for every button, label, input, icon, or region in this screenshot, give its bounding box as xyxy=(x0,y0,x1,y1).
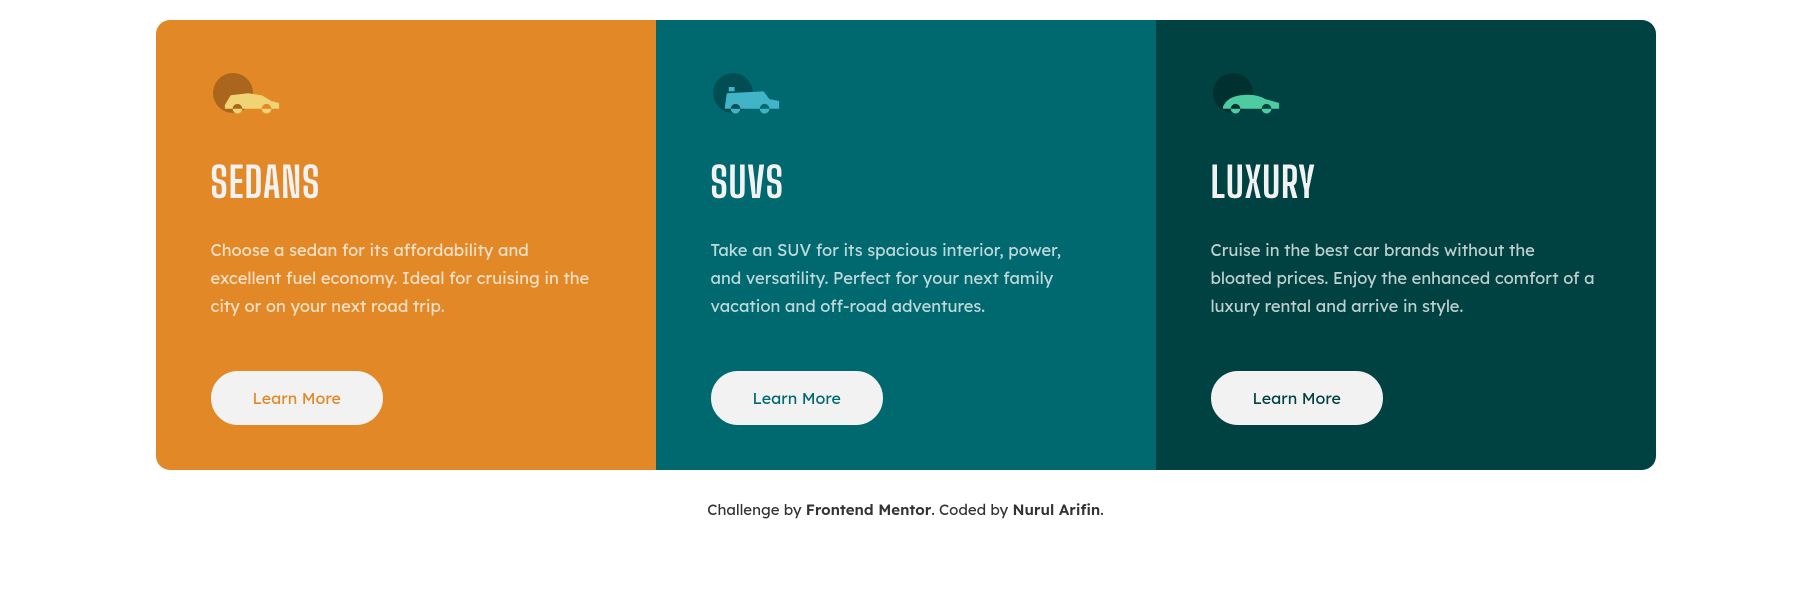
attribution-prefix: Challenge by xyxy=(707,500,806,519)
learn-more-button[interactable]: Learn More xyxy=(711,371,883,425)
learn-more-button[interactable]: Learn More xyxy=(1211,371,1383,425)
attribution-coder-link[interactable]: Nurul Arifin xyxy=(1012,500,1100,519)
card-title: Sedans xyxy=(211,157,596,207)
learn-more-button[interactable]: Learn More xyxy=(211,371,383,425)
attribution-middle: . Coded by xyxy=(931,500,1012,519)
card-sedans: Sedans Choose a sedan for its affordabil… xyxy=(156,20,656,470)
card-description: Cruise in the best car brands without th… xyxy=(1211,237,1596,321)
sedan-car-icon xyxy=(211,75,281,117)
card-title: Luxury xyxy=(1211,157,1596,207)
card-suvs: SUVs Take an SUV for its spacious interi… xyxy=(656,20,1156,470)
card-description: Take an SUV for its spacious interior, p… xyxy=(711,237,1096,321)
attribution-challenge-link[interactable]: Frontend Mentor xyxy=(806,500,932,519)
card-title: SUVs xyxy=(711,157,1096,207)
attribution: Challenge by Frontend Mentor. Coded by N… xyxy=(707,500,1103,539)
card-row: Sedans Choose a sedan for its affordabil… xyxy=(156,20,1656,470)
suv-car-icon xyxy=(711,75,781,117)
luxury-car-icon xyxy=(1211,75,1281,117)
card-description: Choose a sedan for its affordability and… xyxy=(211,237,596,321)
attribution-suffix: . xyxy=(1100,500,1103,519)
card-luxury: Luxury Cruise in the best car brands wit… xyxy=(1156,20,1656,470)
